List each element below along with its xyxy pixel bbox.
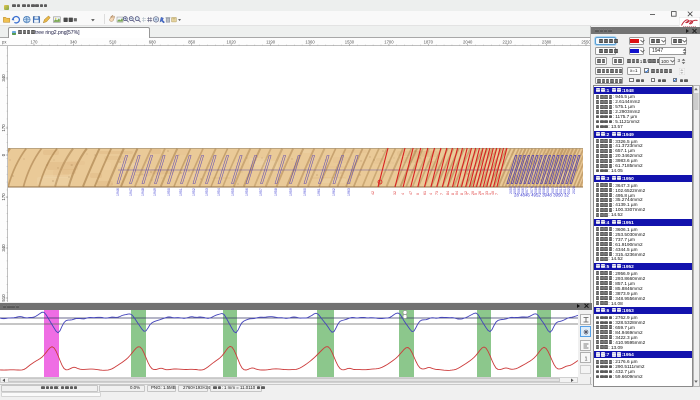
- svg-text:1020: 1020: [227, 39, 237, 44]
- svg-text:1961: 1961: [317, 188, 321, 196]
- svg-text:2040: 2040: [463, 39, 473, 44]
- svg-text:1957: 1957: [259, 188, 263, 196]
- svg-text:1952: 1952: [192, 188, 196, 196]
- svg-text:2380: 2380: [542, 39, 552, 44]
- svg-text:1360: 1360: [305, 39, 315, 44]
- svg-text:84: 84: [446, 191, 450, 195]
- svg-text:1955: 1955: [231, 188, 235, 196]
- svg-text:1530: 1530: [345, 39, 355, 44]
- svg-text:680: 680: [149, 39, 157, 44]
- svg-text:2210: 2210: [503, 39, 513, 44]
- svg-text:42: 42: [371, 191, 375, 195]
- svg-text:47: 47: [409, 191, 413, 195]
- svg-text:1960: 1960: [303, 188, 307, 196]
- svg-text:1951: 1951: [179, 188, 183, 196]
- svg-text:1: 1: [584, 356, 587, 362]
- svg-text:1949: 1949: [153, 188, 157, 196]
- svg-text:2028: 2028: [572, 186, 576, 194]
- svg-text:170: 170: [1, 124, 6, 132]
- svg-text:1954: 1954: [217, 188, 221, 196]
- svg-text:1956: 1956: [245, 188, 249, 196]
- svg-text:170: 170: [31, 39, 39, 44]
- svg-text:850: 850: [188, 39, 196, 44]
- svg-text:73: 73: [435, 191, 439, 195]
- svg-text:1946: 1946: [116, 188, 120, 196]
- svg-text:28 4846 4952 3948 3950 32: 28 4846 4952 3948 3950 32: [514, 193, 569, 198]
- svg-text:1959: 1959: [289, 188, 293, 196]
- svg-text:1870: 1870: [424, 39, 434, 44]
- svg-text:04: 04: [455, 191, 459, 195]
- svg-text:1947: 1947: [129, 188, 133, 196]
- svg-text:1950: 1950: [167, 188, 171, 196]
- svg-text:510: 510: [1, 294, 6, 302]
- svg-text:510: 510: [109, 39, 117, 44]
- svg-text:1190: 1190: [266, 39, 276, 44]
- svg-text:1953: 1953: [205, 188, 209, 196]
- svg-text:7: 7: [440, 193, 444, 195]
- svg-text:1963: 1963: [347, 188, 351, 196]
- svg-text:340: 340: [70, 39, 78, 44]
- svg-text:1958: 1958: [274, 188, 278, 196]
- svg-text:61: 61: [423, 191, 427, 195]
- svg-text:7: 7: [495, 193, 499, 195]
- svg-text:340: 340: [1, 244, 6, 252]
- svg-text:1948: 1948: [141, 188, 145, 196]
- svg-text:4: 4: [401, 193, 405, 195]
- svg-text:1700: 1700: [384, 39, 394, 44]
- svg-text:340: 340: [1, 74, 6, 82]
- svg-text:32: 32: [393, 191, 397, 195]
- svg-text:0: 0: [416, 193, 420, 195]
- svg-text:1962: 1962: [332, 188, 336, 196]
- svg-text:170: 170: [1, 193, 6, 201]
- svg-text:4: 4: [429, 193, 433, 195]
